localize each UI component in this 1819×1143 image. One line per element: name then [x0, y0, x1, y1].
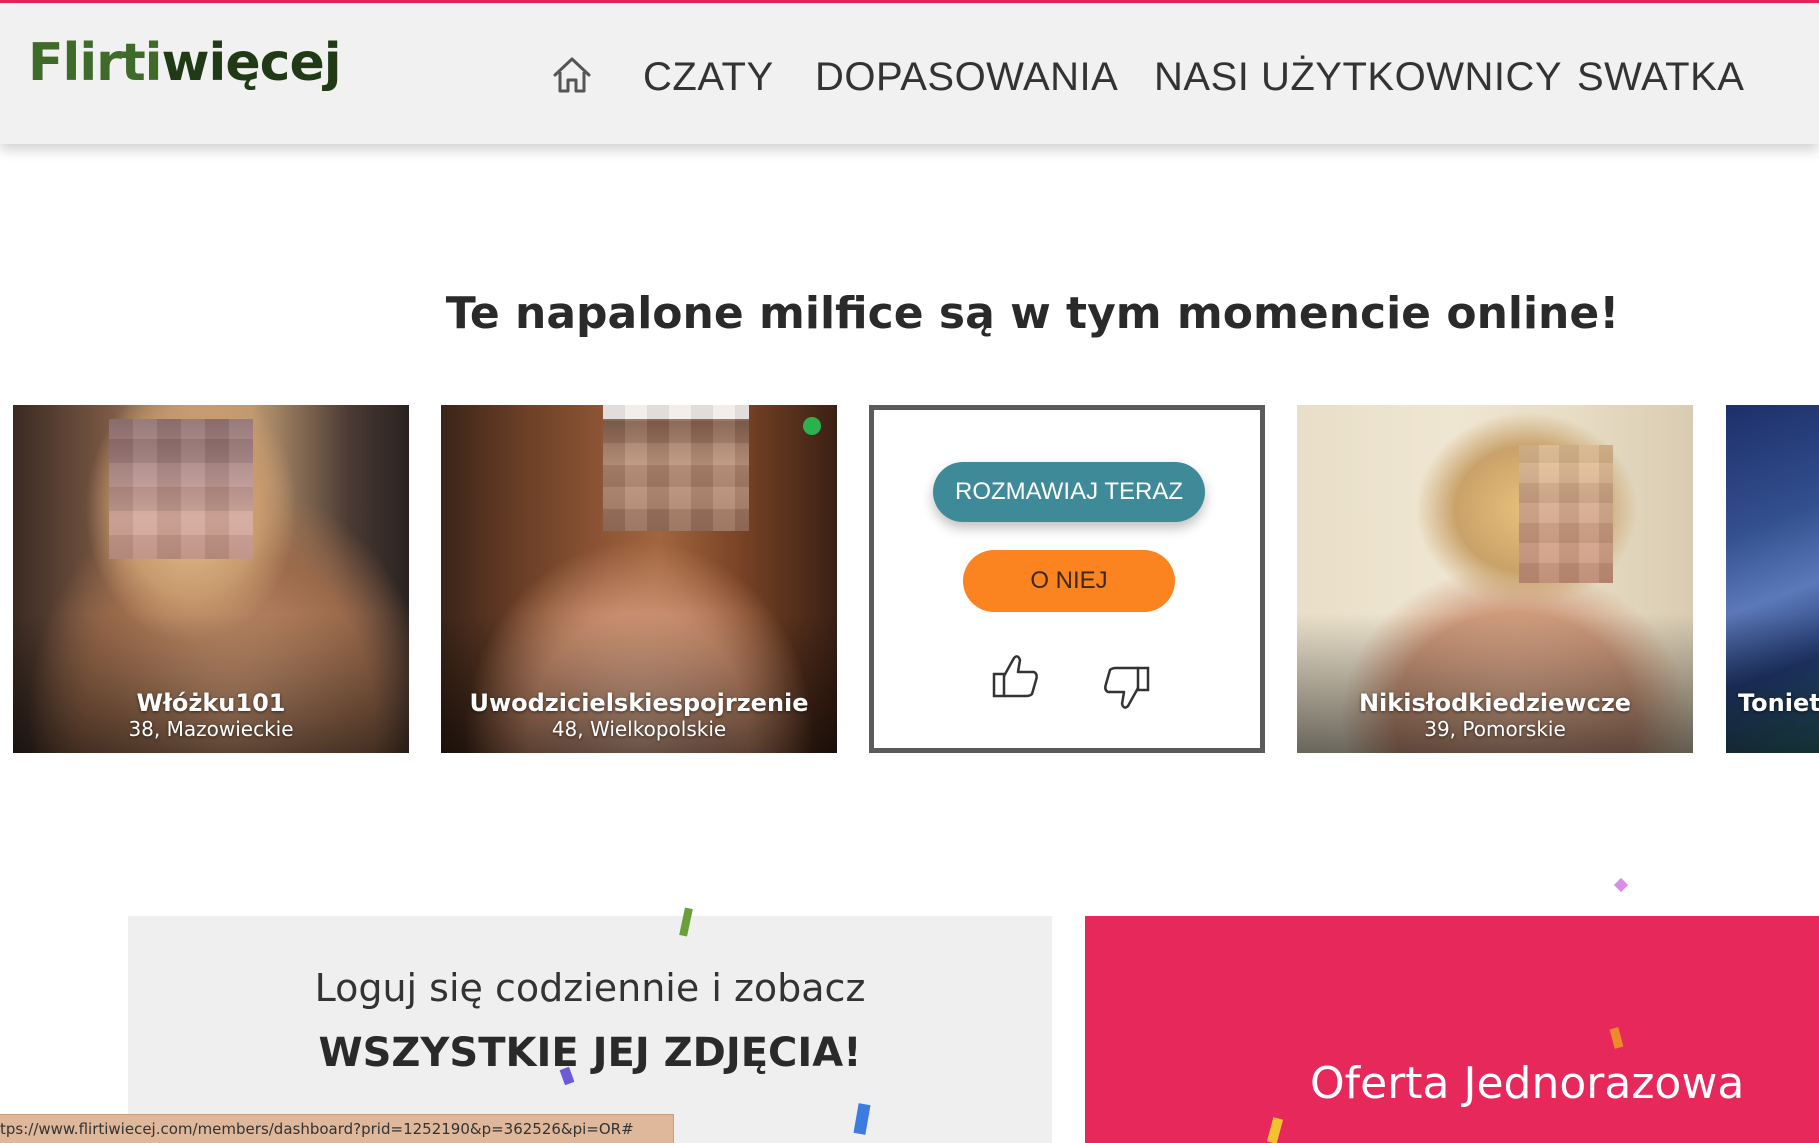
profile-action-card: ROZMAWIAJ TERAZ O NIEJ — [869, 405, 1265, 753]
chat-now-button[interactable]: ROZMAWIAJ TERAZ — [933, 462, 1205, 522]
logo-part-2: więcej — [161, 33, 342, 93]
promo-line-1: Loguj się codziennie i zobacz — [314, 966, 866, 1010]
daily-login-promo: Loguj się codziennie i zobacz WSZYSTKIE … — [128, 916, 1052, 1143]
logo-part-1: Flirti — [28, 33, 162, 93]
thumbs-down-icon[interactable] — [1100, 662, 1152, 714]
face-pixelation — [109, 419, 253, 559]
profile-name: Nikisłodkiedziewcze — [1358, 689, 1632, 717]
home-icon[interactable] — [550, 53, 594, 97]
profile-name: Włóżku101 — [136, 689, 286, 717]
thumbs-up-icon[interactable] — [990, 650, 1042, 702]
nav-nasi-uzytkownicy[interactable]: NASI UŻYTKOWNICY — [1154, 55, 1562, 100]
profile-meta: 39, Pomorskie — [1424, 717, 1566, 741]
about-her-button[interactable]: O NIEJ — [963, 550, 1175, 612]
profile-card[interactable]: Włóżku101 38, Mazowieckie — [13, 405, 409, 753]
caption-gradient — [1726, 613, 1819, 753]
page: Flirtiwięcej CZATY DOPASOWANIA NASI UŻYT… — [0, 0, 1819, 1143]
confetti-piece — [1613, 877, 1629, 893]
face-pixelation — [603, 405, 749, 531]
offer-title: Oferta Jednorazowa — [1310, 1058, 1745, 1109]
nav-swatka[interactable]: SWATKA — [1577, 55, 1744, 100]
section-headline: Te napalone milfice są w tym momencie on… — [445, 288, 1620, 339]
profile-card[interactable]: Uwodzicielskiespojrzenie 48, Wielkopolsk… — [441, 405, 837, 753]
profile-name: Toniet — [1738, 689, 1819, 717]
nav-dopasowania[interactable]: DOPASOWANIA — [815, 55, 1118, 100]
profile-meta: 38, Mazowieckie — [128, 717, 294, 741]
nav-czaty[interactable]: CZATY — [643, 55, 774, 100]
promo-line-2: WSZYSTKIE JEJ ZDJĘCIA! — [318, 1030, 862, 1076]
online-indicator — [803, 417, 821, 435]
profile-meta: 48, Wielkopolskie — [551, 717, 727, 741]
profile-card[interactable]: Toniet — [1726, 405, 1819, 753]
face-pixelation — [1519, 445, 1613, 583]
profile-name: Uwodzicielskiespojrzenie — [469, 689, 809, 717]
browser-status-url: tps://www.flirtiwiecej.com/members/dashb… — [0, 1114, 674, 1143]
one-time-offer-promo[interactable]: Oferta Jednorazowa — [1085, 916, 1819, 1143]
site-header: Flirtiwięcej CZATY DOPASOWANIA NASI UŻYT… — [0, 3, 1819, 144]
profile-card[interactable]: Nikisłodkiedziewcze 39, Pomorskie — [1297, 405, 1693, 753]
site-logo[interactable]: Flirtiwięcej — [28, 33, 342, 93]
